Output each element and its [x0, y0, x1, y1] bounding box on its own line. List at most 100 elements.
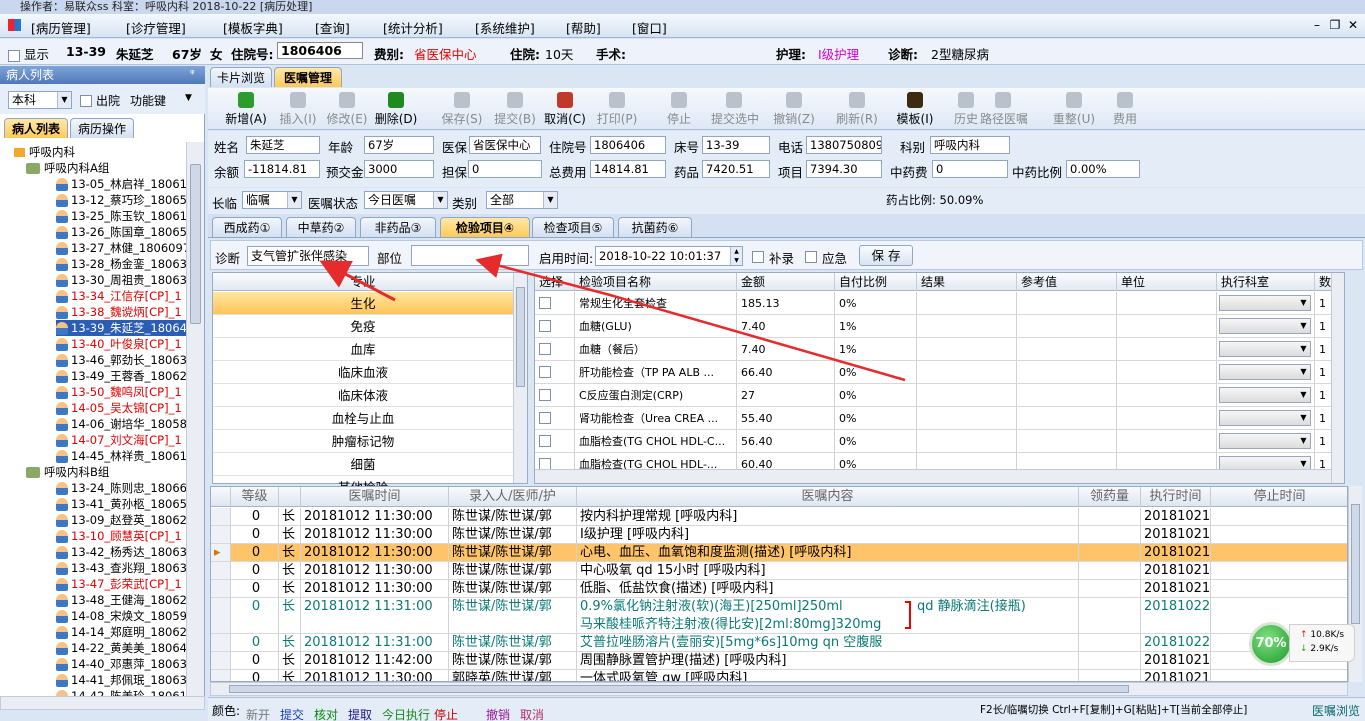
patient-item[interactable]: 13-34_江信存[CP]_1 [56, 288, 182, 304]
patient-item[interactable]: 14-08_宋焕文_18059 [56, 608, 186, 624]
exec-dept-cell[interactable]: ▼ [1217, 407, 1315, 430]
exec-dept-select[interactable]: ▼ [1219, 341, 1311, 357]
tab-western-drugs[interactable]: 西成药① [212, 217, 282, 237]
category-item[interactable]: 临床血液 [213, 361, 513, 384]
select-cell[interactable] [535, 407, 575, 430]
patient-item[interactable]: 13-25_陈玉钦_18061 [56, 208, 186, 224]
patient-item[interactable]: 13-26_陈国章_18065 [56, 224, 186, 240]
order-content[interactable]: 周围静脉置管护理(描述) [呼吸内科] [577, 652, 1079, 670]
row-indicator[interactable] [211, 526, 231, 544]
function-key-button[interactable]: 功能键 [130, 92, 166, 109]
tab-herbal[interactable]: 中草药② [286, 217, 356, 237]
select-cell[interactable] [535, 338, 575, 361]
item-result[interactable] [917, 292, 1017, 315]
tree-group[interactable]: 呼吸内科A组 [26, 160, 109, 176]
toolbar-button[interactable]: 停止 [656, 90, 702, 128]
menu-record[interactable]: [病历管理] [31, 18, 91, 37]
tab-lab-tests[interactable]: 检验项目④ [440, 217, 530, 237]
grid-hscrollbar[interactable] [535, 469, 1331, 483]
pin-icon[interactable]: ᵠ [190, 67, 195, 80]
select-cell[interactable] [535, 292, 575, 315]
order-status-select[interactable]: 今日医嘱 ▼ [364, 191, 448, 209]
chevron-down-icon[interactable]: ▼ [1297, 434, 1310, 448]
item-result[interactable] [917, 338, 1017, 361]
select-cell[interactable] [535, 315, 575, 338]
tree-scrollbar[interactable] [186, 142, 204, 696]
select-checkbox[interactable] [539, 320, 551, 332]
patient-item[interactable]: 13-39_朱延芝_18064 [56, 320, 186, 336]
save-button[interactable]: 保 存 [859, 245, 913, 266]
row-indicator[interactable] [211, 562, 231, 580]
exec-dept-select[interactable]: ▼ [1219, 318, 1311, 334]
item-result[interactable] [917, 407, 1017, 430]
toolbar-button[interactable]: 保存(S) [439, 90, 485, 128]
patient-item[interactable]: 13-09_赵登英_18062 [56, 512, 186, 528]
order-content[interactable]: 中心吸氧 qd 15小时 [呼吸内科] [577, 562, 1079, 580]
menu-stats[interactable]: [统计分析] [383, 18, 443, 37]
tab-non-drug[interactable]: 非药品③ [360, 217, 436, 237]
item-result[interactable] [917, 384, 1017, 407]
row-indicator[interactable] [211, 652, 231, 670]
balance-field[interactable]: -11814.81 [244, 160, 320, 178]
exec-dept-select[interactable]: ▼ [1219, 410, 1311, 426]
row-indicator[interactable] [211, 634, 231, 652]
insurance-field[interactable]: 省医保中心 [469, 136, 541, 154]
select-checkbox[interactable] [539, 389, 551, 401]
exec-dept-cell[interactable]: ▼ [1217, 338, 1315, 361]
exec-dept-cell[interactable]: ▼ [1217, 384, 1315, 407]
patient-item[interactable]: 13-24_陈则忠_18066 [56, 480, 186, 496]
discharge-checkbox[interactable] [80, 93, 92, 107]
menu-window[interactable]: [窗口] [632, 18, 667, 37]
patient-item[interactable]: 13-46_郭劲长_18063 [56, 352, 186, 368]
tab-record-ops[interactable]: 病历操作 [70, 118, 134, 138]
tree-root[interactable]: 呼吸内科 [14, 144, 75, 160]
chevron-down-icon[interactable]: ▼ [1297, 411, 1310, 425]
diagnosis-input[interactable]: 支气管扩张伴感染 [247, 246, 369, 266]
tree-hscrollbar[interactable] [0, 696, 205, 710]
exec-dept-cell[interactable]: ▼ [1217, 361, 1315, 384]
menu-system[interactable]: [系统维护] [475, 18, 535, 37]
tab-antibiotics[interactable]: 抗菌药⑥ [618, 217, 692, 237]
patient-item[interactable]: 14-41_邦佩珉_18063 [56, 672, 186, 688]
category-item[interactable]: 细菌 [213, 453, 513, 476]
patient-item[interactable]: 13-47_彭荣武[CP]_1 [56, 576, 182, 592]
patient-item[interactable]: 14-14_郑庭明_18062 [56, 624, 186, 640]
order-content[interactable]: 一体式吸氧管 qw [呼吸内科] [577, 670, 1079, 681]
order-content[interactable]: 0.9%氯化钠注射液(软)(海王)[250ml]250ml 马来酸桂哌齐特注射液(… [577, 598, 1079, 634]
admission-field[interactable]: 1806406 [590, 136, 666, 154]
select-cell[interactable] [535, 384, 575, 407]
menu-treatment[interactable]: [诊疗管理] [126, 18, 186, 37]
exec-dept-select[interactable]: ▼ [1219, 433, 1311, 449]
category-item[interactable]: 血库 [213, 338, 513, 361]
chevron-down-icon[interactable]: ▼ [1297, 319, 1310, 333]
toolbar-button[interactable]: 提交(B) [492, 90, 538, 128]
herb-ratio-field[interactable]: 0.00% [1066, 160, 1140, 178]
select-checkbox[interactable] [539, 412, 551, 424]
guarantee-field[interactable]: 0 [468, 160, 542, 178]
tab-patient-list[interactable]: 病人列表 [4, 118, 68, 138]
long-temp-select[interactable]: 临嘱 ▼ [242, 191, 302, 209]
toolbar-button[interactable]: 新增(A) [223, 90, 269, 128]
dept-field[interactable]: 呼吸内科 [930, 136, 1010, 154]
toolbar-button[interactable]: 费用 [1102, 90, 1148, 128]
category-item[interactable]: 临床体液 [213, 384, 513, 407]
menu-help[interactable]: [帮助] [566, 18, 601, 37]
name-field[interactable]: 朱延芝 [246, 136, 320, 154]
toolbar-button[interactable]: 撤销(Z) [771, 90, 817, 128]
patient-item[interactable]: 13-50_魏鸣凤[CP]_1 [56, 384, 182, 400]
item-result[interactable] [917, 361, 1017, 384]
patient-item[interactable]: 13-48_王健海_18062 [56, 592, 186, 608]
supplement-checkbox[interactable] [752, 249, 764, 263]
select-checkbox[interactable] [539, 343, 551, 355]
category-item[interactable]: 肿瘤标记物 [213, 430, 513, 453]
drug-fee-field[interactable]: 7420.51 [702, 160, 770, 178]
order-browse-link[interactable]: 医嘱浏览 [1312, 702, 1360, 719]
tree-group[interactable]: 呼吸内科B组 [26, 464, 109, 480]
order-hscrollbar[interactable] [210, 682, 1348, 696]
item-result[interactable] [917, 430, 1017, 453]
select-checkbox[interactable] [539, 435, 551, 447]
chevron-down-icon[interactable]: ▼ [1297, 365, 1310, 379]
tab-exams[interactable]: 检查项目⑤ [532, 217, 614, 237]
patient-item[interactable]: 14-40_邓惠萍_18063 [56, 656, 186, 672]
minimize-icon[interactable]: – [1310, 18, 1324, 32]
